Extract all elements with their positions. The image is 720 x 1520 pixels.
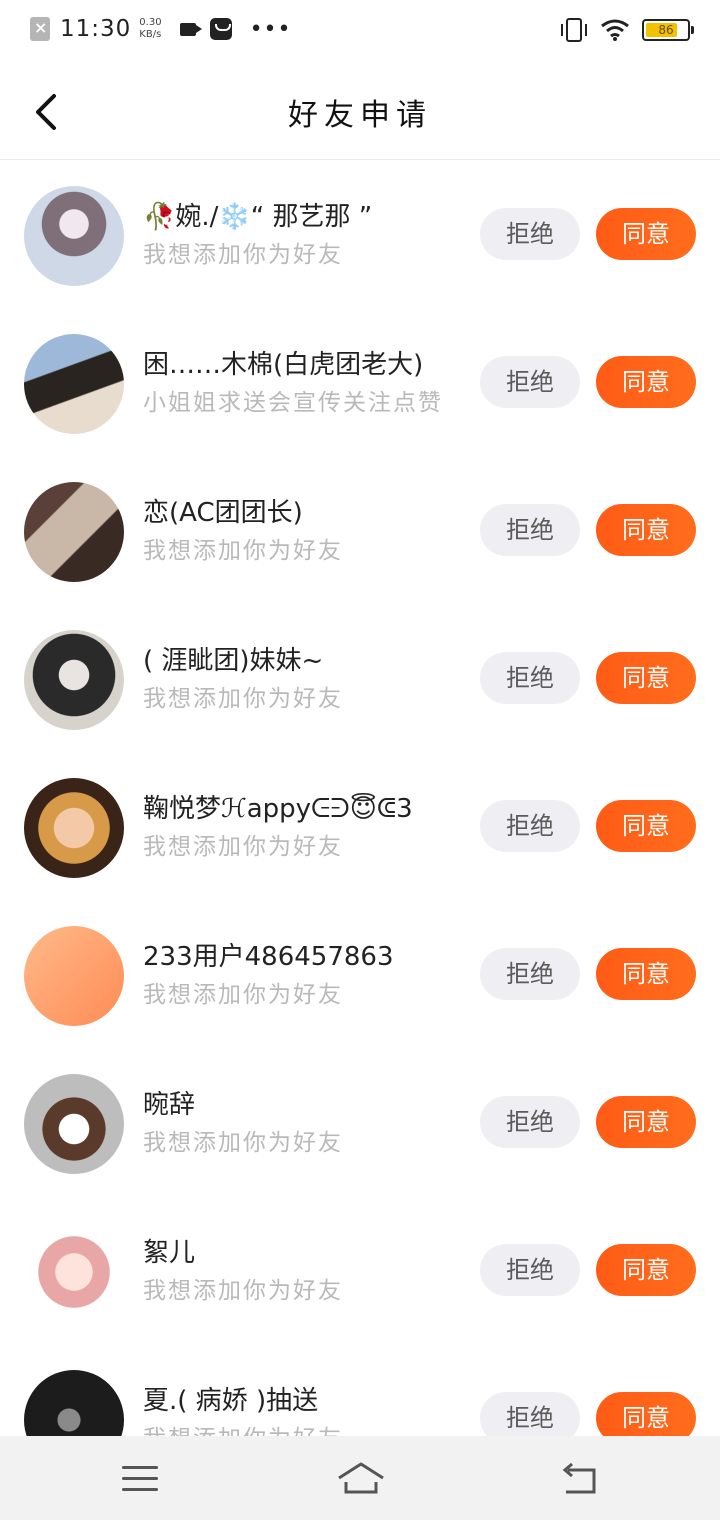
avatar[interactable] <box>24 334 124 434</box>
status-bar: 11:30 0.30 KB/s ••• 86 <box>0 0 720 64</box>
reject-button[interactable]: 拒绝 <box>480 652 580 704</box>
request-message: 我想添加你为好友 <box>143 242 343 268</box>
friend-request-row: ( 涯眦团)妹妹~ 我想添加你为好友 拒绝 同意 <box>0 604 720 752</box>
request-name: ( 涯眦团)妹妹~ <box>143 646 324 676</box>
status-time: 11:30 <box>60 16 132 42</box>
back-icon[interactable] <box>560 1462 600 1496</box>
network-speed: 0.30 KB/s <box>139 17 161 41</box>
request-message: 小姐姐求送会宣传关注点赞 <box>143 390 443 416</box>
request-message: 我想添加你为好友 <box>143 982 343 1008</box>
friend-request-row: 鞠悦梦ℋappyᕮᕭ😇ᕳ3 我想添加你为好友 拒绝 同意 <box>0 752 720 900</box>
more-notifications-icon: ••• <box>249 16 292 42</box>
avatar[interactable] <box>24 1074 124 1174</box>
avatar[interactable] <box>24 778 124 878</box>
page-title: 好友申请 <box>288 98 432 133</box>
friend-request-row: 233用户486457863 我想添加你为好友 拒绝 同意 <box>0 900 720 1048</box>
request-name: 絮儿 <box>143 1238 196 1268</box>
accept-button[interactable]: 同意 <box>596 652 696 704</box>
avatar[interactable] <box>24 1222 124 1322</box>
reject-button[interactable]: 拒绝 <box>480 1096 580 1148</box>
reject-button[interactable]: 拒绝 <box>480 356 580 408</box>
friend-request-row: 晼辞我想添加你为好友 拒绝 同意 <box>0 1048 720 1196</box>
accept-button[interactable]: 同意 <box>596 208 696 260</box>
request-name: 夏.( 病娇 )抽送 <box>143 1386 319 1416</box>
video-icon <box>179 22 202 36</box>
battery-level: 86 <box>658 23 674 37</box>
avatar[interactable] <box>24 630 124 730</box>
avatar[interactable] <box>24 482 124 582</box>
accept-button[interactable]: 同意 <box>596 504 696 556</box>
reject-button[interactable]: 拒绝 <box>480 948 580 1000</box>
message-icon <box>209 18 232 40</box>
accept-button[interactable]: 同意 <box>596 1096 696 1148</box>
accept-button[interactable]: 同意 <box>596 356 696 408</box>
request-message: 我想添加你为好友 <box>143 1278 343 1304</box>
battery-icon: 86 <box>642 19 694 41</box>
reject-button[interactable]: 拒绝 <box>480 208 580 260</box>
header: 好友申请 <box>0 64 720 160</box>
home-icon[interactable] <box>336 1458 386 1498</box>
status-right: 86 <box>561 18 694 42</box>
menu-icon[interactable] <box>122 1466 158 1492</box>
vibrate-icon <box>561 18 587 42</box>
reject-button[interactable]: 拒绝 <box>480 800 580 852</box>
friend-request-row: 絮儿我想添加你为好友 拒绝 同意 <box>0 1196 720 1344</box>
network-speed-unit: KB/s <box>139 29 162 40</box>
system-nav-bar <box>0 1436 720 1520</box>
request-message: 我想添加你为好友 <box>143 686 343 712</box>
accept-button[interactable]: 同意 <box>596 948 696 1000</box>
request-message: 我想添加你为好友 <box>143 1130 343 1156</box>
friend-request-row: 困……木棉(白虎团老大) 小姐姐求送会宣传关注点赞 拒绝 同意 <box>0 308 720 456</box>
request-name: 困……木棉(白虎团老大) <box>143 350 424 380</box>
request-message: 我想添加你为好友 <box>143 834 343 860</box>
request-name: 🥀婉./❄️“ 那艺那 ” <box>143 202 373 232</box>
friend-request-row: 🥀婉./❄️“ 那艺那 ” 我想添加你为好友 拒绝 同意 <box>0 160 720 308</box>
friend-request-list: 🥀婉./❄️“ 那艺那 ” 我想添加你为好友 拒绝 同意 困……木棉(白虎团老大) 小姐姐… <box>0 160 720 1492</box>
accept-button[interactable]: 同意 <box>596 800 696 852</box>
avatar[interactable] <box>24 926 124 1026</box>
request-name: 恋(AC团团长) <box>143 498 303 528</box>
accept-button[interactable]: 同意 <box>596 1244 696 1296</box>
friend-request-row: 恋(AC团团长) 我想添加你为好友 拒绝 同意 <box>0 456 720 604</box>
request-name: 鞠悦梦ℋappyᕮᕭ😇ᕳ3 <box>143 794 413 824</box>
status-left: 11:30 0.30 KB/s ••• <box>30 16 292 42</box>
reject-button[interactable]: 拒绝 <box>480 1244 580 1296</box>
notification-x-icon <box>30 17 50 41</box>
reject-button[interactable]: 拒绝 <box>480 504 580 556</box>
request-name: 233用户486457863 <box>143 942 394 972</box>
request-message: 我想添加你为好友 <box>143 538 343 564</box>
avatar[interactable] <box>24 186 124 286</box>
request-name: 晼辞 <box>143 1090 196 1120</box>
network-speed-value: 0.30 <box>139 17 162 28</box>
wifi-icon <box>601 19 629 41</box>
